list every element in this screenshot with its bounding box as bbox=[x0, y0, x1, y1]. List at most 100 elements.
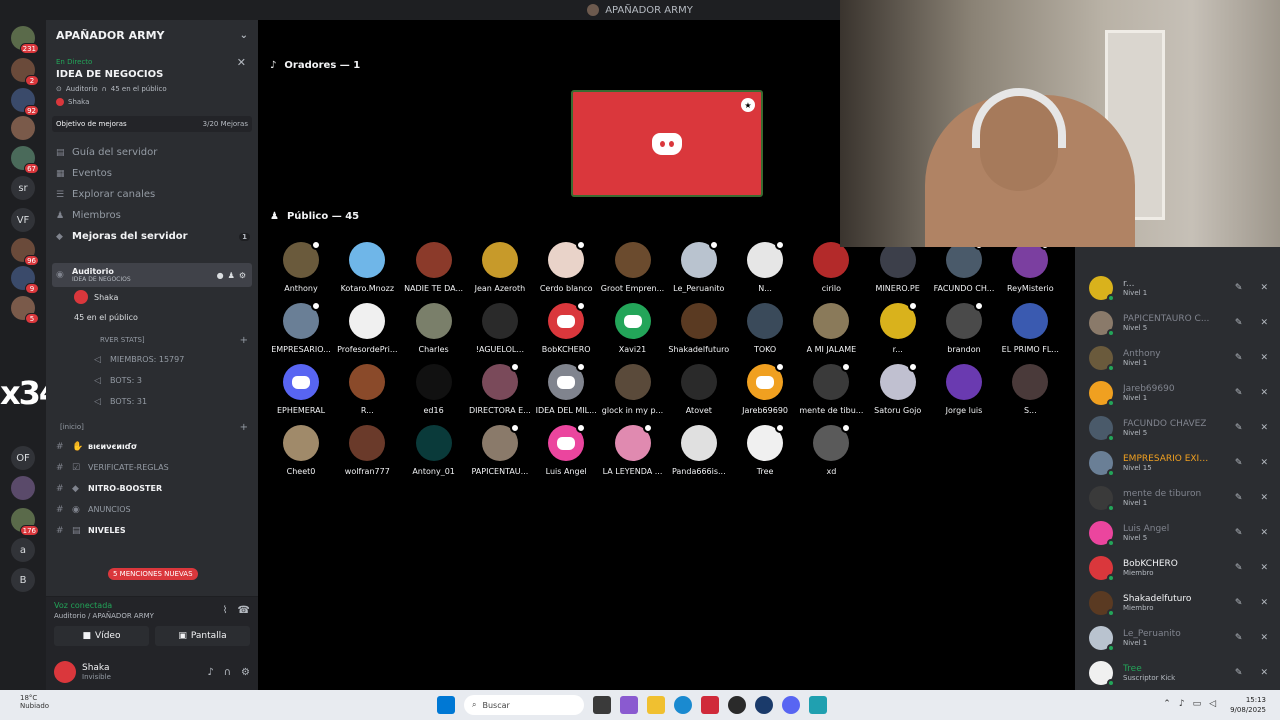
member-row[interactable]: FACUNDO CHÁVEZ Nivel 5 ✎ ✕ bbox=[1089, 411, 1274, 445]
stage-speaker-row[interactable]: Shaka bbox=[46, 287, 258, 307]
discord-icon[interactable] bbox=[782, 696, 800, 714]
audience-member[interactable]: brandon bbox=[931, 301, 997, 354]
voice-location[interactable]: Auditorio / APAÑADOR ARMY bbox=[54, 612, 250, 620]
close-icon[interactable]: ✕ bbox=[1260, 493, 1268, 503]
add-channel-icon[interactable]: + bbox=[240, 422, 248, 433]
audience-member[interactable]: S... bbox=[997, 364, 1063, 415]
weather-widget[interactable]: 18°C Nubiado bbox=[20, 694, 49, 710]
close-icon[interactable]: ✕ bbox=[1260, 353, 1268, 363]
audience-member[interactable]: LA LEYENDA ... bbox=[600, 423, 666, 476]
video-button[interactable]: ■ Vídeo bbox=[54, 626, 149, 646]
member-row[interactable]: BobKCHERO Miembro ✎ ✕ bbox=[1089, 551, 1274, 585]
audience-member[interactable]: Xavi21 bbox=[600, 303, 666, 354]
server-icon[interactable]: 96 bbox=[11, 238, 39, 266]
member-row[interactable]: Shakadelfuturo Miembro ✎ ✕ bbox=[1089, 586, 1274, 620]
gear-icon[interactable]: ⚙ bbox=[239, 271, 246, 280]
gear-icon[interactable]: ⚙ bbox=[241, 667, 250, 678]
category-inicio[interactable]: [inicio] + bbox=[46, 418, 258, 436]
close-icon[interactable]: ✕ bbox=[1260, 283, 1268, 293]
stage-audience-row[interactable]: 45 en el público bbox=[46, 307, 258, 327]
channel-auditorio[interactable]: ◉ Auditorio IDEA DE NEGOCIOS ● ♟ ⚙ bbox=[52, 263, 252, 287]
mic-off-icon[interactable]: ✎ bbox=[1235, 423, 1243, 433]
chat-icon[interactable]: ● bbox=[217, 271, 224, 280]
audience-member[interactable]: Shakadelfuturo bbox=[666, 303, 732, 354]
audience-member[interactable]: Le_Peruanito bbox=[666, 240, 732, 293]
audience-member[interactable]: NADIE TE DA... bbox=[401, 242, 467, 293]
audience-member[interactable]: Jareb69690 bbox=[732, 362, 798, 415]
avatar[interactable] bbox=[54, 661, 76, 683]
noise-suppression-icon[interactable]: ⌇ bbox=[223, 605, 228, 616]
server-icon[interactable]: 67 bbox=[11, 146, 39, 174]
member-row[interactable]: Le_Peruanito Nivel 1 ✎ ✕ bbox=[1089, 621, 1274, 655]
audience-member[interactable]: Charles bbox=[401, 303, 467, 354]
speaker-card[interactable]: ★ bbox=[571, 90, 763, 197]
mic-off-icon[interactable]: ✎ bbox=[1235, 528, 1243, 538]
mic-off-icon[interactable]: ✎ bbox=[1235, 318, 1243, 328]
folder-icon[interactable] bbox=[647, 696, 665, 714]
server-icon[interactable]: 92 bbox=[11, 88, 39, 116]
audience-member[interactable]: ed16 bbox=[401, 364, 467, 415]
audience-member[interactable]: r... bbox=[865, 301, 931, 354]
close-icon[interactable]: ✕ bbox=[1260, 458, 1268, 468]
stats-channel[interactable]: ◁ MIEMBROS: 15797 bbox=[46, 349, 258, 370]
server-icon[interactable]: sr bbox=[11, 176, 35, 200]
screen-share-button[interactable]: ▣ Pantalla bbox=[155, 626, 250, 646]
server-icon[interactable]: VF bbox=[11, 208, 35, 232]
member-row[interactable]: Anthony Nivel 1 ✎ ✕ bbox=[1089, 341, 1274, 375]
member-row[interactable]: PAPICENTAURO C... Nivel 5 ✎ ✕ bbox=[1089, 306, 1274, 340]
audience-member[interactable]: Jorge luis bbox=[931, 364, 997, 415]
task-view-icon[interactable] bbox=[593, 696, 611, 714]
audience-member[interactable]: R... bbox=[334, 364, 400, 415]
audience-member[interactable]: IDEA DEL MIL... bbox=[533, 362, 599, 415]
server-icon[interactable] bbox=[11, 116, 35, 140]
audience-member[interactable]: N... bbox=[732, 240, 798, 293]
server-header[interactable]: APAÑADOR ARMY ⌄ bbox=[46, 20, 258, 50]
text-channel[interactable]: # ☑ VERIFICATE-REGLAS bbox=[46, 457, 258, 478]
app-icon[interactable] bbox=[809, 696, 827, 714]
nav-item[interactable]: ▤ Guía del servidor bbox=[46, 142, 258, 163]
text-channel[interactable]: # ◆ NITRO-BOOSTER bbox=[46, 478, 258, 499]
volume-icon[interactable]: ◁ bbox=[1209, 699, 1216, 709]
audience-member[interactable]: A MI JALAME bbox=[798, 303, 864, 354]
audience-member[interactable]: EL PRIMO FL... bbox=[997, 303, 1063, 354]
mic-off-icon[interactable]: ✎ bbox=[1235, 353, 1243, 363]
app-icon[interactable] bbox=[701, 696, 719, 714]
server-icon[interactable]: 9 bbox=[11, 266, 39, 294]
audience-member[interactable]: Satoru Gojo bbox=[865, 362, 931, 415]
audience-member[interactable]: BobKCHERO bbox=[533, 301, 599, 354]
close-icon[interactable]: ✕ bbox=[1260, 563, 1268, 573]
close-icon[interactable]: ✕ bbox=[1260, 598, 1268, 608]
audience-member[interactable]: !AGUELOL... bbox=[467, 303, 533, 354]
audience-member[interactable]: EMPRESARIO... bbox=[268, 301, 334, 354]
headphones-icon[interactable]: ∩ bbox=[224, 667, 231, 678]
mic-off-icon[interactable]: ✎ bbox=[1235, 598, 1243, 608]
invite-icon[interactable]: ♟ bbox=[228, 271, 235, 280]
audience-member[interactable]: PAPICENTAU... bbox=[467, 423, 533, 476]
audience-member[interactable]: Luis Angel bbox=[533, 423, 599, 476]
start-icon[interactable] bbox=[437, 696, 455, 714]
audience-member[interactable]: Atovet bbox=[666, 364, 732, 415]
member-row[interactable]: EMPRESARIO EXIT... Nivel 15 ✎ ✕ bbox=[1089, 446, 1274, 480]
audience-member[interactable]: Anthony bbox=[268, 240, 334, 293]
microphone-icon[interactable]: ♪ bbox=[1179, 699, 1185, 709]
member-row[interactable]: Luis Angel Nivel 5 ✎ ✕ bbox=[1089, 516, 1274, 550]
member-row[interactable]: Tree Suscriptor Kick ✎ ✕ bbox=[1089, 656, 1274, 690]
live-stage-card[interactable]: En Directo IDEA DE NEGOCIOS ⊙ Auditorio … bbox=[50, 54, 254, 110]
search-input[interactable]: ⌕ Buscar bbox=[464, 695, 584, 715]
nav-item[interactable]: ☰ Explorar canales bbox=[46, 184, 258, 205]
close-icon[interactable]: ✕ bbox=[1260, 633, 1268, 643]
audience-member[interactable]: EPHEMERAL bbox=[268, 364, 334, 415]
edge-icon[interactable] bbox=[674, 696, 692, 714]
audience-member[interactable]: DIRECTORA E... bbox=[467, 362, 533, 415]
audience-member[interactable]: ReyMisterio bbox=[997, 240, 1063, 293]
nav-item[interactable]: ▦ Eventos bbox=[46, 163, 258, 184]
mic-off-icon[interactable]: ✎ bbox=[1235, 493, 1243, 503]
audience-member[interactable]: wolfran777 bbox=[334, 425, 400, 476]
text-channel[interactable]: # ✋ вıєиνєиıɗσ bbox=[46, 436, 258, 457]
server-icon[interactable]: OF bbox=[11, 446, 35, 470]
member-row[interactable]: mente de tiburon Nivel 1 ✎ ✕ bbox=[1089, 481, 1274, 515]
microphone-icon[interactable]: ♪ bbox=[207, 667, 213, 678]
audience-member[interactable]: xd bbox=[798, 423, 864, 476]
disconnect-icon[interactable]: ☎ bbox=[238, 605, 250, 616]
chevron-up-icon[interactable]: ⌃ bbox=[1163, 699, 1171, 709]
